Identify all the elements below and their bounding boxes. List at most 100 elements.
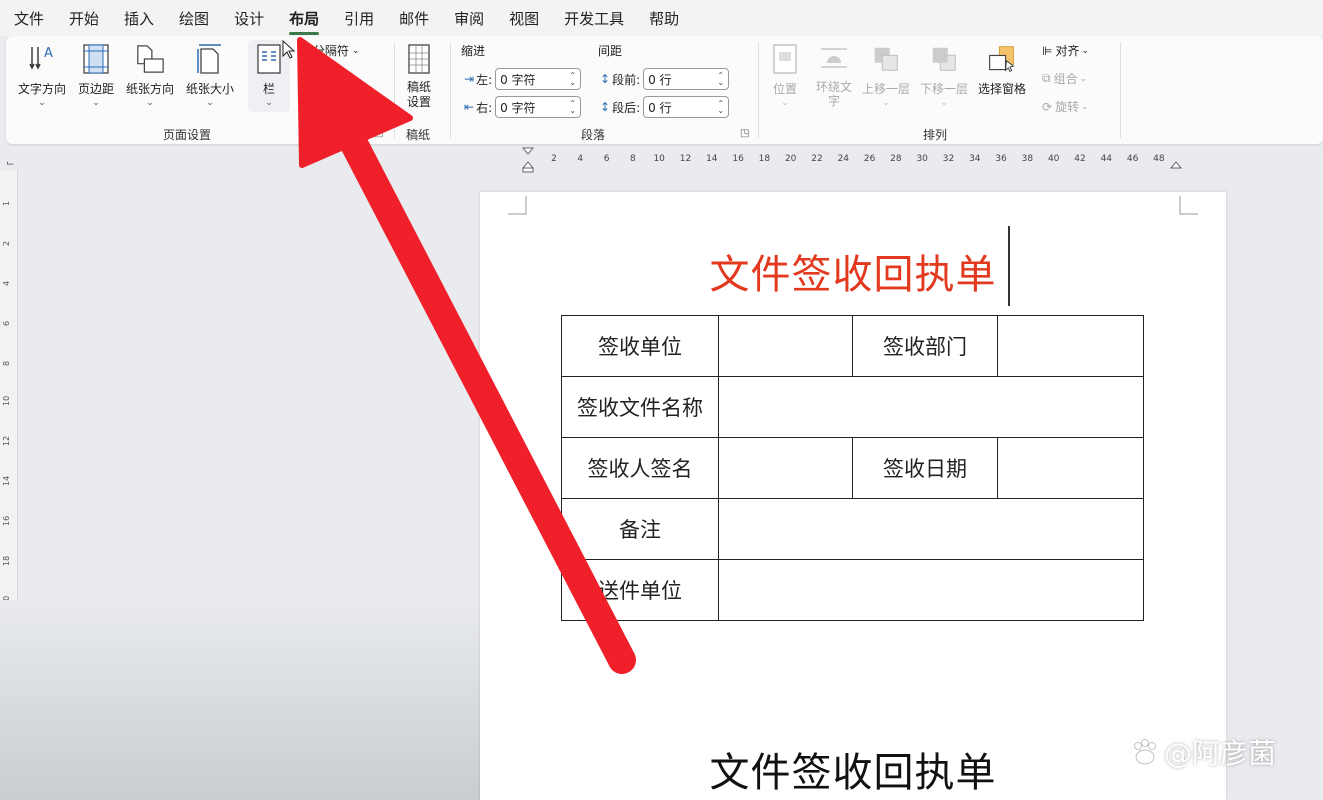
ruler-tick: 30 (916, 154, 928, 164)
spacing-before-input[interactable]: 0 行 ⌃ ⌄ (643, 68, 730, 90)
group-label-arrange: 排列 (923, 128, 948, 142)
paper-size-button[interactable]: 纸张大小 ⌄ (186, 42, 234, 108)
document-page[interactable]: 文件签收回执单 签收单位 签收部门 签收文件名称 签收人签名 签收日期 备注 送… (480, 192, 1226, 800)
ruler-tick: 14 (706, 154, 718, 164)
ruler-tick: 40 (1047, 154, 1060, 164)
spacing-after-icon: ↕ (600, 100, 611, 114)
menu-home[interactable]: 开始 (69, 8, 99, 29)
horizontal-ruler[interactable]: 2 4 6 8 10 12 14 16 18 20 22 24 26 28 30 32 34 36 38 40 42 44… (520, 147, 1183, 173)
menu-mailings[interactable]: 邮件 (399, 8, 429, 29)
rotate-icon: ⟳ (1042, 99, 1053, 114)
group-divider (1120, 42, 1121, 138)
menu-layout[interactable]: 布局 (289, 8, 320, 35)
wrap-text-button[interactable]: 环绕文 字 (816, 42, 852, 108)
wrap-text-icon (819, 42, 849, 76)
ribbon-layout: A 文字方向 ⌄ 页边距 ⌄ 纸张方向 ⌄ 纸张大小 ⌄ 栏 ⌄ ⌇ 分隔符 ⌄ (6, 36, 1323, 144)
ruler-tick: 18 (758, 154, 771, 164)
align-button[interactable]: ⊫ 对齐 ⌄ (1042, 42, 1089, 59)
table-cell[interactable]: 签收文件名称 (561, 376, 719, 438)
table-cell[interactable] (997, 315, 1144, 377)
chevron-down-icon: ⌄ (92, 98, 100, 108)
menu-developer[interactable]: 开发工具 (564, 8, 624, 29)
menu-design[interactable]: 设计 (234, 8, 264, 29)
table-cell[interactable]: 签收单位 (561, 315, 719, 377)
spinner-icon[interactable]: ⌃ ⌄ (717, 100, 724, 115)
ruler-tick: 38 (1021, 154, 1034, 164)
chevron-down-icon: ⌄ (1081, 101, 1089, 112)
ruler-tick: 46 (1126, 154, 1139, 164)
ruler-tick: 1 (2, 200, 11, 206)
ruler-tick: 36 (995, 154, 1007, 164)
menu-insert[interactable]: 插入 (124, 8, 154, 29)
selection-pane-icon (987, 42, 1017, 76)
table-cell[interactable]: 签收人签名 (561, 437, 719, 499)
spinner-icon[interactable]: ⌃ ⌄ (717, 72, 724, 87)
ruler-tick: 2 (2, 240, 11, 246)
margins-button[interactable]: 页边距 ⌄ (78, 42, 114, 108)
document-title-red[interactable]: 文件签收回执单 (480, 242, 1226, 300)
table-cell[interactable] (997, 437, 1144, 499)
send-backward-icon (929, 42, 959, 76)
group-button[interactable]: ⧉ 组合 ⌄ (1042, 70, 1087, 87)
indent-right-row: ⇤ 右: 0 字符 ⌃ ⌄ (464, 96, 582, 118)
orientation-button[interactable]: 纸张方向 ⌄ (126, 42, 174, 108)
menu-view[interactable]: 视图 (509, 8, 539, 29)
page-corner-mark (508, 196, 527, 215)
menu-bar: 文件 开始 插入 绘图 设计 布局 引用 邮件 审阅 视图 开发工具 帮助 (0, 0, 1323, 36)
page-corner-mark (1179, 196, 1198, 215)
table-cell[interactable] (718, 315, 853, 377)
indent-marker-icon[interactable] (520, 146, 536, 174)
indent-label: 缩进 (461, 44, 486, 58)
selection-pane-button[interactable]: 选择窗格 (978, 42, 1026, 97)
table-cell[interactable] (718, 437, 853, 499)
menu-draw[interactable]: 绘图 (179, 8, 209, 29)
group-label-page-setup: 页面设置 (163, 128, 212, 142)
ruler-tick: 6 (603, 154, 610, 164)
document-title-black[interactable]: 文件签收回执单 (480, 740, 1226, 798)
dialog-launcher-icon[interactable]: ◳ (374, 128, 383, 139)
menu-help[interactable]: 帮助 (649, 8, 679, 29)
indent-left-input[interactable]: 0 字符 ⌃ ⌄ (495, 68, 582, 90)
text-direction-icon: A (27, 42, 57, 76)
watermark: @阿彦菌 (1130, 732, 1276, 772)
ruler-tick: 6 (2, 320, 11, 326)
dialog-launcher-icon[interactable]: ◳ (740, 128, 749, 139)
table-cell[interactable] (718, 559, 1144, 621)
breaks-button[interactable]: ⌇ 分隔符 ⌄ (304, 42, 359, 59)
ruler-tick: 12 (2, 435, 11, 446)
position-button[interactable]: 位置 ⌄ (770, 42, 800, 108)
table-cell[interactable]: 签收日期 (852, 437, 998, 499)
paper-size-icon (195, 42, 225, 76)
spinner-icon[interactable]: ⌃ ⌄ (569, 100, 576, 115)
breaks-icon: ⌇ (304, 43, 310, 58)
paw-logo-icon (1134, 739, 1156, 765)
rotate-button[interactable]: ⟳ 旋转 ⌄ (1042, 98, 1089, 115)
indent-right-input[interactable]: 0 字符 ⌃ ⌄ (495, 96, 582, 118)
tab-selector-icon[interactable]: ⌙ (6, 158, 14, 169)
mouse-pointer-icon (282, 40, 296, 59)
table-cell[interactable] (718, 376, 1144, 438)
table-cell[interactable]: 备注 (561, 498, 719, 560)
table-cell[interactable]: 签收部门 (852, 315, 998, 377)
menu-references[interactable]: 引用 (344, 8, 374, 29)
bring-forward-icon (871, 42, 901, 76)
ruler-tick: 28 (890, 154, 902, 164)
bring-forward-button[interactable]: 上移一层 ⌄ (862, 42, 910, 108)
send-backward-button[interactable]: 下移一层 ⌄ (920, 42, 968, 108)
position-icon (770, 42, 800, 76)
spacing-after-input[interactable]: 0 行 ⌃ ⌄ (643, 96, 730, 118)
table-cell[interactable] (718, 498, 1144, 560)
orientation-icon (135, 42, 165, 76)
chevron-down-icon: ⌄ (882, 98, 890, 108)
chevron-down-icon: ⌄ (38, 98, 46, 108)
right-indent-marker-icon[interactable] (1168, 154, 1184, 170)
receipt-table[interactable]: 签收单位 签收部门 签收文件名称 签收人签名 签收日期 备注 送件单位 (561, 315, 1144, 621)
table-cell[interactable]: 送件单位 (561, 559, 719, 621)
ruler-tick: 4 (577, 154, 584, 164)
draft-settings-button[interactable]: 稿纸 设置 (404, 42, 434, 110)
text-direction-button[interactable]: A 文字方向 ⌄ (18, 42, 66, 108)
menu-review[interactable]: 审阅 (454, 8, 484, 29)
spacing-label: 间距 (598, 44, 623, 58)
spinner-icon[interactable]: ⌃ ⌄ (569, 72, 576, 87)
menu-file[interactable]: 文件 (14, 8, 44, 29)
